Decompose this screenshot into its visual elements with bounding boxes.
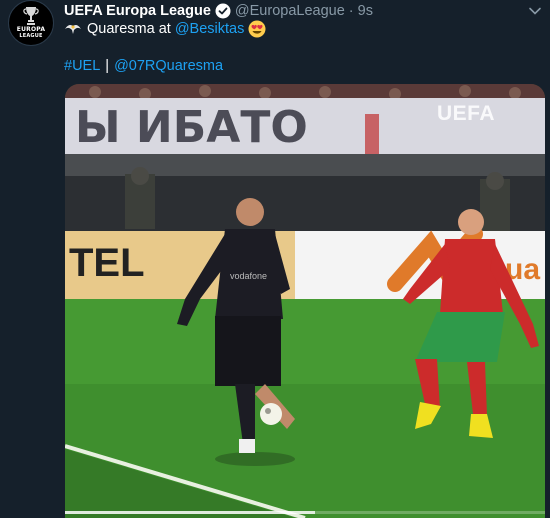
mention-quaresma[interactable]: @07RQuaresma: [114, 58, 223, 74]
tweet[interactable]: EUROPA LEAGUE UEFA Europa League @Europa…: [0, 0, 550, 518]
hashtag-uel[interactable]: #UEL: [64, 58, 100, 74]
svg-text:Ы ИБАТО: Ы ИБАТО: [75, 102, 308, 153]
uefa-watermark: UEFA: [437, 102, 496, 125]
verified-badge-icon: [215, 3, 231, 19]
svg-text:TEL: TEL: [69, 241, 145, 285]
avatar-text-league: LEAGUE: [19, 33, 43, 39]
chevron-down-icon[interactable]: [528, 4, 542, 18]
tweet-header: UEFA Europa League @EuropaLeague · 9s: [64, 1, 373, 21]
heart-eyes-emoji-icon: [248, 20, 266, 38]
video-player[interactable]: Ы ИБАТО TEL ua vodafone UEFA: [65, 84, 545, 518]
display-name[interactable]: UEFA Europa League: [64, 3, 211, 19]
tweet-links: #UEL | @07RQuaresma: [64, 56, 223, 76]
dot-separator: ·: [348, 3, 354, 19]
tweet-text-start: Quaresma at: [87, 21, 171, 37]
handle[interactable]: @EuropaLeague: [235, 3, 345, 19]
mention-besiktas[interactable]: @Besiktas: [175, 21, 245, 37]
video-frame: Ы ИБАТО TEL ua vodafone: [65, 84, 545, 518]
pipe-separator: |: [105, 58, 110, 74]
eagle-emoji-icon: [65, 24, 81, 34]
video-progress-fill: [65, 511, 315, 514]
trophy-icon: [23, 7, 39, 25]
avatar-text-europa: EUROPA: [16, 26, 46, 33]
video-progress-bar[interactable]: [65, 511, 545, 514]
svg-text:vodafone: vodafone: [230, 271, 267, 281]
tweet-text: Quaresma at @Besiktas: [64, 19, 266, 39]
timestamp[interactable]: 9s: [358, 3, 373, 19]
avatar[interactable]: EUROPA LEAGUE: [8, 0, 54, 46]
